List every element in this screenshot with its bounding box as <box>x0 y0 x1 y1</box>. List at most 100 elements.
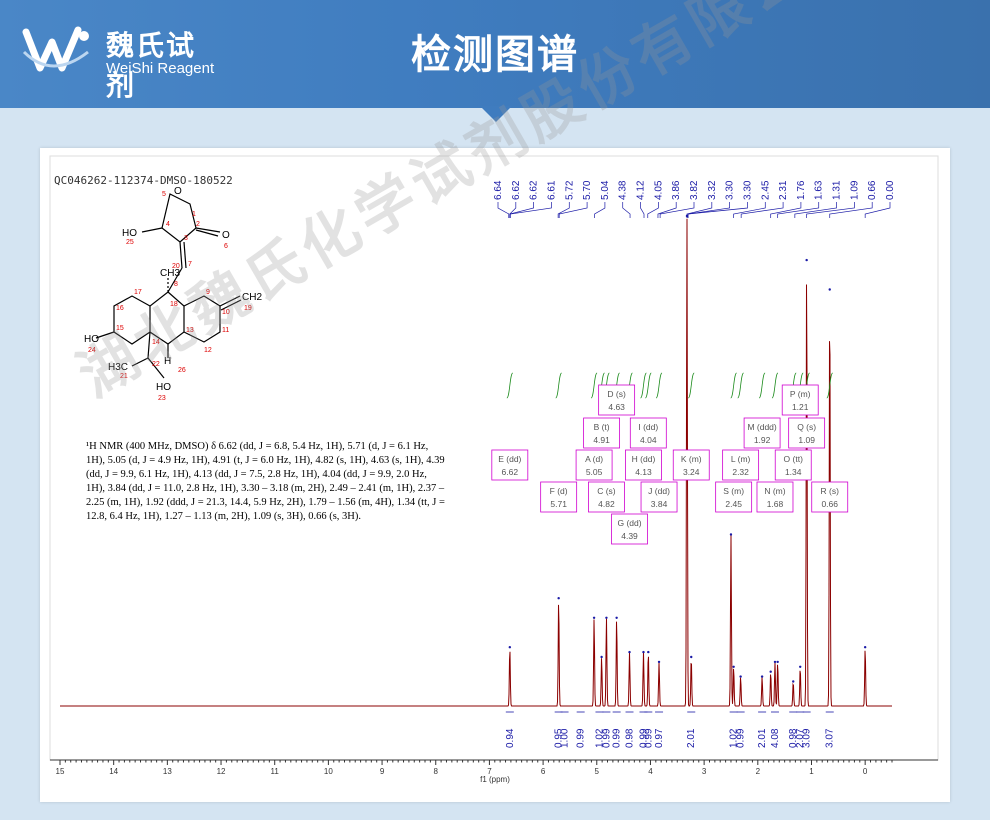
multiplet-letter: B (t) <box>594 422 610 432</box>
multiplet-box: H (dd) 4.13 <box>625 449 662 481</box>
x-tick-label: 0 <box>863 767 868 776</box>
integral-curve <box>737 372 745 399</box>
multiplet-shift: 5.05 <box>586 467 603 477</box>
x-tick-label: 15 <box>56 767 65 776</box>
peak-marker <box>769 670 772 673</box>
peak-label-top: 1.63 <box>814 180 825 200</box>
x-tick-label: 13 <box>163 767 172 776</box>
peak-marker <box>642 650 645 654</box>
peak-marker <box>760 675 764 678</box>
x-tick-label: 9 <box>380 767 385 776</box>
header-pointer <box>480 106 512 122</box>
peak-label-top: 6.62 <box>529 180 540 200</box>
peak-label-top: 1.09 <box>849 180 860 200</box>
multiplet-shift: 3.24 <box>683 467 700 477</box>
multiplet-shift: 3.84 <box>651 499 668 509</box>
peak-marker <box>828 288 831 291</box>
peak-label-leader <box>657 202 677 218</box>
peak-label-leader <box>770 202 802 218</box>
multiplet-box: K (m) 3.24 <box>672 449 710 481</box>
x-axis-title: f1 (ppm) <box>480 775 510 784</box>
multiplet-shift: 6.62 <box>502 467 519 477</box>
multiplet-letter: D (s) <box>607 389 626 399</box>
multiplet-shift: 5.71 <box>550 499 567 509</box>
integral-value: 2.01 <box>757 728 768 748</box>
integral-value: 1.00 <box>560 728 571 748</box>
integral-curve <box>555 372 563 399</box>
peak-label-top: 3.86 <box>671 180 682 200</box>
peak-label-leader <box>557 202 570 218</box>
peak-label-leader <box>510 202 552 218</box>
integral-curve <box>655 372 663 399</box>
x-tick-label: 4 <box>648 767 653 776</box>
x-tick-label: 5 <box>595 767 600 776</box>
multiplet-shift: 4.39 <box>621 531 638 541</box>
peak-label-top: 6.64 <box>493 180 504 200</box>
integral-value: 0.98 <box>625 728 636 748</box>
peak-label-top: 5.72 <box>564 180 575 200</box>
integral-value: 0.97 <box>654 728 665 748</box>
x-tick-label: 8 <box>434 767 439 776</box>
multiplet-letter: P (m) <box>790 389 811 399</box>
multiplet-box: E (dd) 6.62 <box>491 449 529 481</box>
multiplet-letter: O (tt) <box>784 454 804 464</box>
multiplet-box: I (dd) 4.04 <box>629 417 667 449</box>
peak-label-top: 4.12 <box>636 180 647 200</box>
peak-marker <box>776 660 779 664</box>
peak-marker <box>647 650 650 654</box>
multiplet-letter: I (dd) <box>638 422 658 432</box>
integral-curve <box>771 372 779 399</box>
multiplet-shift: 4.82 <box>598 499 615 509</box>
multiplet-box: L (m) 2.32 <box>722 449 760 481</box>
peak-label-top: 5.04 <box>600 180 611 200</box>
peak-marker <box>628 650 631 654</box>
peak-label-top: 5.70 <box>582 180 593 200</box>
multiplet-shift: 4.13 <box>635 467 652 477</box>
peak-marker <box>557 597 560 600</box>
peak-marker <box>773 660 777 664</box>
peak-label-leader <box>497 202 510 218</box>
multiplet-shift: 1.92 <box>754 435 771 445</box>
peak-label-leader <box>640 202 645 218</box>
multiplet-letter: A (d) <box>585 454 603 464</box>
integral-curve <box>730 372 738 399</box>
multiplet-letter: G (dd) <box>617 518 641 528</box>
spectrum-panel: QC046262-112374-DMSO-180522 O O HO CH3 C… <box>40 148 950 802</box>
peak-label-top: 1.76 <box>796 180 807 200</box>
multiplet-box: A (d) 5.05 <box>575 449 613 481</box>
peak-label-top: 1.31 <box>832 180 843 200</box>
multiplet-shift: 4.63 <box>608 402 625 412</box>
multiplet-box: C (s) 4.82 <box>588 481 625 513</box>
spectrum-line <box>60 218 892 707</box>
integral-curve <box>506 372 514 399</box>
peak-label-top: 3.30 <box>725 180 736 200</box>
peak-label-top: 3.82 <box>689 180 700 200</box>
multiplet-box: F (d) 5.71 <box>540 481 578 513</box>
multiplet-letter: K (m) <box>681 454 702 464</box>
peak-label-leader <box>594 202 606 218</box>
multiplet-shift: 2.32 <box>732 467 749 477</box>
multiplet-letter: L (m) <box>731 454 751 464</box>
multiplet-box: D (s) 4.63 <box>598 384 636 416</box>
x-tick-label: 1 <box>809 767 814 776</box>
peak-label-leader <box>806 202 855 218</box>
peak-marker <box>792 680 795 683</box>
integral-curve <box>687 372 695 399</box>
multiplet-box: M (ddd) 1.92 <box>743 417 781 449</box>
integral-value: 0.99 <box>736 728 747 748</box>
integral-value: 0.99 <box>643 728 654 748</box>
peak-label-top: 6.62 <box>511 180 522 200</box>
multiplet-shift: 1.34 <box>785 467 802 477</box>
integral-curve <box>758 372 766 399</box>
peak-marker <box>732 665 735 668</box>
multiplet-letter: S (m) <box>723 486 744 496</box>
peak-label-top: 6.61 <box>546 180 557 200</box>
peak-label-top: 4.05 <box>653 180 664 200</box>
x-tick-label: 11 <box>271 767 280 776</box>
multiplet-shift: 1.68 <box>767 499 784 509</box>
peak-label-leader <box>558 202 588 218</box>
multiplet-shift: 1.09 <box>798 435 815 445</box>
peak-marker <box>739 675 742 678</box>
integral-value: 3.07 <box>825 728 836 748</box>
peak-label-top: 2.31 <box>778 180 789 200</box>
